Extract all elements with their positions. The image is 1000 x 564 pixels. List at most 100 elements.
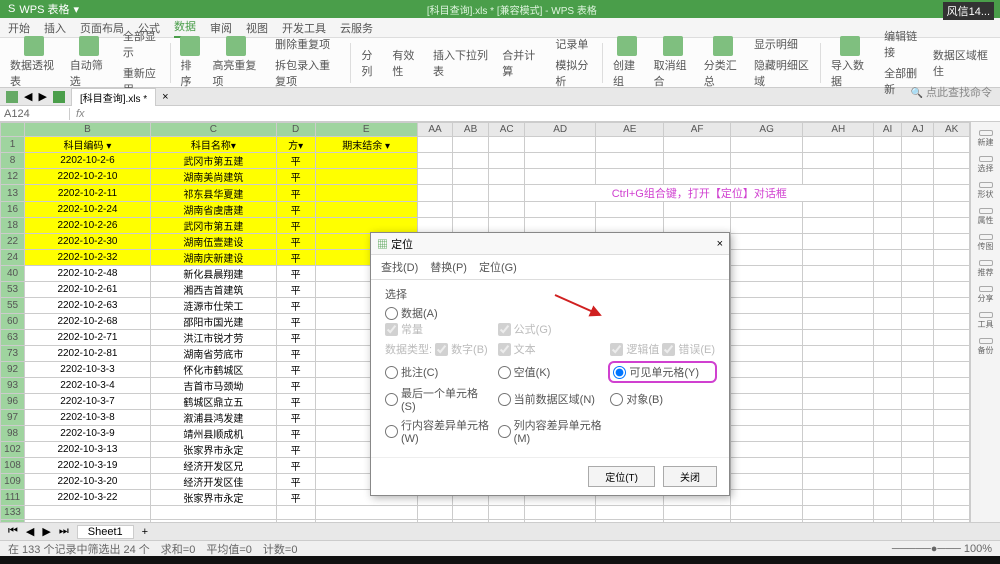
cell[interactable] (934, 442, 970, 458)
cell[interactable]: 祁东县华夏建 (150, 185, 276, 202)
col-AK[interactable]: AK (934, 123, 970, 137)
cell[interactable]: 湖南伍壹建设 (150, 234, 276, 250)
cell[interactable]: 张家界市永定 (150, 490, 276, 506)
cell[interactable] (730, 234, 803, 250)
ribbon-rejdup[interactable]: 拆包录入重复项 (268, 55, 344, 91)
ribbon-valid[interactable]: 有效性 (388, 45, 425, 81)
cell[interactable] (803, 442, 874, 458)
cell[interactable] (730, 458, 803, 474)
cell[interactable]: 鹤城区鼎立五 (150, 394, 276, 410)
ribbon-merge[interactable]: 合并计算 (498, 45, 544, 81)
cell[interactable] (874, 442, 902, 458)
row-108[interactable]: 108 (1, 458, 25, 474)
cell[interactable] (664, 169, 730, 185)
cancel-button[interactable]: 关闭 (663, 466, 717, 487)
row-12[interactable]: 12 (1, 169, 25, 185)
side-6[interactable]: 分享 (977, 286, 995, 304)
cell[interactable]: 平 (276, 346, 315, 362)
cell[interactable] (934, 362, 970, 378)
cell[interactable] (874, 298, 902, 314)
cell[interactable] (730, 250, 803, 266)
side-0[interactable]: 新建 (977, 130, 995, 148)
cell[interactable] (525, 153, 596, 169)
doc-tab[interactable]: [科目查询].xls * (71, 88, 156, 106)
cell[interactable]: 2202-10-2-10 (25, 169, 151, 185)
cell[interactable] (596, 520, 664, 523)
opt-rowdiff[interactable] (385, 425, 398, 438)
cell[interactable]: 平 (276, 185, 315, 202)
ribbon-dropdown[interactable]: 插入下拉列表 (429, 45, 494, 81)
cell[interactable] (902, 185, 934, 202)
cell[interactable] (902, 250, 934, 266)
cell[interactable] (902, 218, 934, 234)
cell[interactable]: 平 (276, 266, 315, 282)
cell[interactable] (902, 490, 934, 506)
cell[interactable] (730, 346, 803, 362)
opt-region[interactable] (498, 393, 511, 406)
cell[interactable]: 平 (276, 330, 315, 346)
tab-next-icon[interactable]: ▶ (38, 90, 46, 103)
cell[interactable] (803, 153, 874, 169)
cell[interactable] (488, 153, 525, 169)
cell[interactable]: 平 (276, 426, 315, 442)
col-B[interactable]: B (25, 123, 151, 137)
cell[interactable]: 平 (276, 490, 315, 506)
ribbon-hidedet[interactable]: 隐藏明细区域 (750, 55, 814, 91)
cell[interactable] (596, 169, 664, 185)
cell[interactable] (934, 520, 970, 523)
row-111[interactable]: 111 (1, 490, 25, 506)
ribbon-range[interactable]: 数据区域框住 (929, 45, 994, 81)
cell[interactable] (453, 202, 489, 218)
cell[interactable] (934, 185, 970, 202)
tab-find[interactable]: 查找(D) (381, 259, 418, 275)
cell[interactable] (730, 520, 803, 523)
cell[interactable] (803, 298, 874, 314)
col-AJ[interactable]: AJ (902, 123, 934, 137)
ribbon-deldup[interactable]: 删除重复项 (268, 34, 344, 54)
cell[interactable] (488, 520, 525, 523)
cell[interactable] (934, 490, 970, 506)
sheet-next-icon[interactable]: ▶ (42, 525, 50, 538)
hdr-d[interactable]: 方▾ (276, 137, 315, 153)
side-3[interactable]: 属性 (977, 208, 995, 226)
cell[interactable] (902, 378, 934, 394)
cell[interactable] (730, 153, 803, 169)
cell[interactable] (664, 153, 730, 169)
side-2[interactable]: 形状 (977, 182, 995, 200)
cell[interactable] (934, 298, 970, 314)
cell[interactable] (934, 153, 970, 169)
cell[interactable]: 2202-10-2-24 (25, 202, 151, 218)
cell[interactable] (874, 506, 902, 520)
cell[interactable]: 溆浦县鸿发建 (150, 410, 276, 426)
cell[interactable]: 平 (276, 250, 315, 266)
cell[interactable] (730, 137, 803, 153)
cell[interactable] (730, 298, 803, 314)
col-AH[interactable]: AH (803, 123, 874, 137)
cell[interactable] (730, 426, 803, 442)
cell[interactable] (417, 202, 453, 218)
sheet-first-icon[interactable]: ⏮ (8, 525, 18, 538)
cell[interactable] (902, 298, 934, 314)
cell[interactable] (874, 490, 902, 506)
cell[interactable] (934, 266, 970, 282)
cell[interactable]: 湖南省虞唐建 (150, 202, 276, 218)
cell[interactable] (525, 506, 596, 520)
side-8[interactable]: 备份 (977, 338, 995, 356)
cell[interactable]: 湘西吉首建筑 (150, 282, 276, 298)
cell[interactable] (874, 330, 902, 346)
cell[interactable] (730, 218, 803, 234)
tab-replace[interactable]: 替换(P) (430, 259, 467, 275)
cell[interactable]: 平 (276, 234, 315, 250)
corner[interactable] (1, 123, 25, 137)
sheet-last-icon[interactable]: ⏭ (59, 525, 69, 538)
cell[interactable] (874, 474, 902, 490)
cell[interactable] (934, 218, 970, 234)
cell[interactable] (934, 346, 970, 362)
cell[interactable]: 2202-10-3-8 (25, 410, 151, 426)
cell[interactable] (417, 169, 453, 185)
cell[interactable] (902, 394, 934, 410)
ribbon-showdet[interactable]: 显示明细 (750, 34, 814, 54)
cell[interactable] (803, 394, 874, 410)
cell[interactable]: 2202-10-2-26 (25, 218, 151, 234)
cell[interactable] (902, 234, 934, 250)
